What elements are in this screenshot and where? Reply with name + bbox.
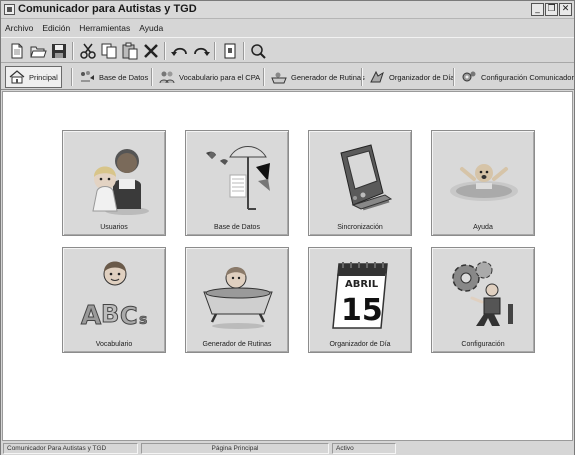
menu-herramientas[interactable]: Herramientas — [79, 20, 130, 36]
tab-generador-rutinas[interactable]: Generador de Rutinas — [268, 66, 368, 88]
tile-ayuda[interactable]: Ayuda — [431, 130, 535, 236]
help-icon[interactable] — [249, 42, 267, 60]
status-page: Página Principal — [141, 443, 329, 454]
main-panel: Usuarios Base de Datos Sincronización Ay… — [2, 91, 573, 441]
tile-organizador-dia-label: Organizador de Día — [329, 341, 391, 348]
tab-base-de-datos[interactable]: Base de Datos — [76, 66, 151, 88]
tile-vocabulario[interactable]: A B C s Vocabulario — [62, 247, 166, 353]
tab-generador-rutinas-label: Generador de Rutinas — [291, 72, 365, 82]
properties-icon[interactable] — [221, 42, 239, 60]
nav-separator — [361, 68, 363, 86]
bathtub-icon — [203, 267, 273, 329]
nav-separator — [151, 68, 153, 86]
tile-configuracion-label: Configuración — [461, 341, 505, 348]
tab-configuracion-comunicador-label: Configuración Comunicador — [481, 72, 574, 82]
app-window: Comunicador para Autistas y TGD _ ❐ ✕ Ar… — [0, 0, 575, 455]
calendar-day: 15 — [341, 293, 383, 328]
vocabulary-icon — [159, 71, 175, 84]
toolbar-separator — [243, 42, 245, 60]
title-bar: Comunicador para Autistas y TGD _ ❐ ✕ — [1, 1, 574, 19]
window-controls: _ ❐ ✕ — [531, 3, 572, 16]
tab-principal[interactable]: Principal — [5, 66, 62, 88]
svg-text:B: B — [101, 300, 119, 328]
tab-configuracion-comunicador[interactable]: Configuración Comunicador — [458, 66, 575, 88]
abc-icon: A B C s — [81, 261, 148, 332]
undo-icon[interactable] — [171, 42, 189, 60]
paste-icon[interactable] — [121, 42, 139, 60]
tile-ayuda-label: Ayuda — [473, 224, 493, 231]
restore-button[interactable]: ❐ — [545, 3, 558, 16]
tile-generador-rutinas-label: Generador de Rutinas — [202, 341, 272, 348]
gears-icon — [452, 261, 513, 326]
menu-edicion[interactable]: Edición — [42, 20, 70, 36]
svg-text:C: C — [120, 302, 138, 330]
status-app-name: Comunicador Para Autistas y TGD — [3, 443, 138, 454]
nav-separator — [263, 68, 265, 86]
tile-vocabulario-label: Vocabulario — [95, 341, 133, 348]
svg-text:A: A — [81, 301, 101, 331]
open-folder-icon[interactable] — [29, 42, 47, 60]
nav-separator — [71, 68, 73, 86]
status-bar: Comunicador Para Autistas y TGD Página P… — [1, 442, 574, 455]
copy-icon[interactable] — [100, 42, 118, 60]
users-icon — [92, 149, 149, 215]
new-document-icon[interactable] — [8, 42, 26, 60]
close-button[interactable]: ✕ — [559, 3, 572, 16]
nav-separator — [453, 68, 455, 86]
help-swimmer-icon — [450, 164, 518, 201]
tile-usuarios[interactable]: Usuarios — [62, 130, 166, 236]
tile-base-de-datos-label: Base de Datos — [214, 224, 260, 231]
minimize-button[interactable]: _ — [531, 3, 544, 16]
configuration-icon — [462, 71, 476, 82]
menu-archivo[interactable]: Archivo — [5, 20, 33, 36]
menu-bar: Archivo Edición Herramientas Ayuda — [1, 20, 574, 36]
toolbar-separator — [164, 42, 166, 60]
navigation-toolbar: Principal Base de Datos Vocabulario para… — [1, 64, 574, 90]
standard-toolbar — [1, 37, 574, 63]
tile-sincronizacion[interactable]: Sincronización — [308, 130, 412, 236]
organizer-icon — [370, 70, 384, 83]
routine-icon — [271, 72, 287, 84]
tab-organizador-dia[interactable]: Organizador de Día — [366, 66, 457, 88]
toolbar-separator — [214, 42, 216, 60]
app-icon[interactable] — [4, 4, 15, 15]
save-icon[interactable] — [50, 42, 68, 60]
svg-text:s: s — [139, 312, 147, 328]
tile-usuarios-label: Usuarios — [100, 224, 128, 231]
database-icon — [206, 146, 270, 210]
tile-configuracion[interactable]: Configuración — [431, 247, 535, 353]
pda-sync-icon — [340, 144, 393, 211]
tab-base-de-datos-label: Base de Datos — [99, 72, 149, 82]
menu-ayuda[interactable]: Ayuda — [139, 20, 163, 36]
tile-generador-rutinas[interactable]: Generador de Rutinas — [185, 247, 289, 353]
tab-principal-label: Principal — [29, 72, 58, 82]
delete-icon[interactable] — [142, 42, 160, 60]
redo-icon[interactable] — [192, 42, 210, 60]
status-state: Activo — [332, 443, 396, 454]
tile-organizador-dia[interactable]: ABRIL 15 Organizador de Día — [308, 247, 412, 353]
window-title: Comunicador para Autistas y TGD — [18, 3, 197, 15]
tab-organizador-dia-label: Organizador de Día — [389, 72, 455, 82]
database-icon — [81, 71, 94, 82]
calendar-month: ABRIL — [345, 279, 379, 290]
tab-vocabulario-cpa-label: Vocabulario para el CPA — [179, 72, 261, 82]
toolbar-separator — [72, 42, 74, 60]
cut-icon[interactable] — [79, 42, 97, 60]
tile-base-de-datos[interactable]: Base de Datos — [185, 130, 289, 236]
tile-sincronizacion-label: Sincronización — [337, 224, 383, 231]
home-icon — [9, 70, 25, 84]
tab-vocabulario-cpa[interactable]: Vocabulario para el CPA — [156, 66, 263, 88]
calendar-icon: ABRIL 15 — [332, 262, 388, 329]
